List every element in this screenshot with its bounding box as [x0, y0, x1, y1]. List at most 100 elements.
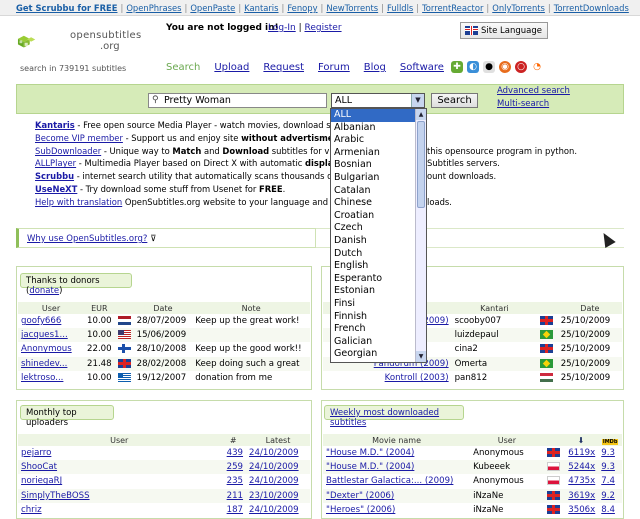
scroll-down-icon[interactable]: ▼ — [416, 351, 426, 362]
latest-date[interactable]: 24/10/2009 — [249, 462, 299, 472]
puzzle-icon[interactable]: ✚ — [451, 61, 463, 73]
upload-count[interactable]: 235 — [227, 476, 243, 486]
language-option[interactable]: Finsi — [331, 298, 426, 311]
language-option[interactable]: Czech — [331, 222, 426, 235]
column-header[interactable]: User — [18, 434, 221, 446]
imdb-rating[interactable]: 9.3 — [601, 448, 615, 458]
download-count[interactable]: 4735x — [568, 476, 595, 486]
language-option[interactable]: Danish — [331, 235, 426, 248]
upload-count[interactable]: 259 — [227, 462, 243, 472]
donor-user[interactable]: shinedev... — [21, 359, 67, 369]
imdb-icon[interactable]: IMDb — [598, 434, 622, 446]
column-header[interactable]: Date — [133, 302, 193, 314]
top-link[interactable]: Kantaris — [244, 3, 278, 13]
feed-icon[interactable]: ◐ — [467, 61, 479, 73]
site-language-button[interactable]: Site Language — [460, 22, 548, 39]
promo-link[interactable]: Become VIP member — [35, 133, 123, 143]
register-link[interactable]: Register — [304, 23, 341, 33]
donor-user[interactable]: lektroso... — [21, 373, 63, 383]
upload-count[interactable]: 187 — [227, 505, 243, 515]
column-header[interactable]: User — [18, 302, 85, 314]
language-option[interactable]: Croatian — [331, 210, 426, 223]
uploader-user[interactable]: pejarro — [21, 448, 51, 458]
nav-forum[interactable]: Forum — [318, 62, 350, 73]
why-use-link[interactable]: Why use OpenSubtitles.org? — [27, 234, 147, 244]
movie-name[interactable]: "House M.D." (2004) — [326, 462, 414, 472]
donor-user[interactable]: Anonymous — [21, 344, 72, 354]
column-header[interactable]: Latest — [246, 434, 310, 446]
language-option[interactable]: Esperanto — [331, 273, 426, 286]
promo-link[interactable]: Kantaris — [35, 120, 75, 130]
top-link[interactable]: OnlyTorrents — [492, 3, 545, 13]
upload-count[interactable]: 439 — [227, 448, 243, 458]
promo-link[interactable]: SubDownloader — [35, 146, 101, 156]
column-header[interactable]: EUR — [84, 302, 115, 314]
language-option[interactable]: Bosnian — [331, 159, 426, 172]
nav-blog[interactable]: Blog — [364, 62, 386, 73]
donor-user[interactable]: goofy666 — [21, 316, 61, 326]
language-dropdown-list[interactable]: ▲ ▼ ALL Albanian Arabic Armenian Bosnian Bulg… — [330, 108, 427, 363]
opera-icon[interactable]: ○ — [515, 61, 527, 73]
firefox-icon[interactable]: ◉ — [499, 61, 511, 73]
why-use-box[interactable]: Why use OpenSubtitles.org? ⊽ — [16, 228, 316, 248]
column-header[interactable]: User — [470, 434, 544, 446]
language-option[interactable]: Georgian — [331, 348, 426, 361]
latest-date[interactable]: 24/10/2009 — [249, 505, 299, 515]
chevron-down-icon[interactable]: ▼ — [411, 94, 424, 107]
download-count[interactable]: 5244x — [568, 462, 595, 472]
language-select[interactable]: ALL ▼ — [331, 93, 425, 108]
nav-request[interactable]: Request — [263, 62, 304, 73]
search-button[interactable]: Search — [431, 93, 478, 108]
imdb-rating[interactable]: 8.4 — [601, 505, 615, 515]
language-option[interactable]: Finnish — [331, 311, 426, 324]
latest-date[interactable]: 23/10/2009 — [249, 491, 299, 501]
nav-upload[interactable]: Upload — [214, 62, 249, 73]
imdb-rating[interactable]: 7.4 — [601, 476, 615, 486]
language-option[interactable]: Estonian — [331, 285, 426, 298]
language-option[interactable]: French — [331, 323, 426, 336]
download-count[interactable]: 3619x — [568, 491, 595, 501]
promo-link[interactable]: ALLPlayer — [35, 158, 76, 168]
download-icon[interactable]: ⬇ — [563, 434, 599, 446]
top-link[interactable]: OpenPhrases — [126, 3, 181, 13]
column-header[interactable]: Kantari — [451, 302, 538, 314]
download-count[interactable]: 6119x — [568, 448, 595, 458]
promo-link[interactable]: Scrubbu — [35, 171, 74, 181]
imdb-rating[interactable]: 9.3 — [601, 462, 615, 472]
dropdown-scrollbar[interactable]: ▲ ▼ — [415, 109, 426, 362]
nav-software[interactable]: Software — [400, 62, 444, 73]
multi-search-link[interactable]: Multi-search — [497, 99, 549, 109]
top-link[interactable]: NewTorrents — [326, 3, 378, 13]
advanced-search-link[interactable]: Advanced search — [497, 86, 570, 96]
addon-icon[interactable]: ● — [483, 61, 495, 73]
chevron-down-icon[interactable]: ⊽ — [150, 234, 156, 244]
latest-date[interactable]: 24/10/2009 — [249, 448, 299, 458]
scrollbar-thumb[interactable] — [417, 121, 425, 208]
top-link[interactable]: Fulldls — [387, 3, 413, 13]
column-header[interactable]: Movie name — [323, 434, 471, 446]
uploader-user[interactable]: SimplyTheBOSS — [21, 491, 90, 501]
promo-link[interactable]: UseNeXT — [35, 184, 77, 194]
column-header[interactable]: # — [220, 434, 247, 446]
language-option[interactable]: Chinese — [331, 197, 426, 210]
nav-search[interactable]: Search — [166, 62, 200, 73]
download-count[interactable]: 3506x — [568, 505, 595, 515]
search-input[interactable]: ⚲ Pretty Woman — [148, 93, 327, 108]
uploader-user[interactable]: ShooCat — [21, 462, 57, 472]
language-option[interactable]: Bulgarian — [331, 172, 426, 185]
top-link[interactable]: TorrentDownloads — [554, 3, 629, 13]
language-option[interactable]: Arabic — [331, 134, 426, 147]
top-link[interactable]: OpenPaste — [190, 3, 235, 13]
imdb-rating[interactable]: 9.2 — [601, 491, 615, 501]
language-option[interactable]: Albanian — [331, 122, 426, 135]
opensubtitles-logo[interactable] — [16, 22, 71, 62]
language-option[interactable]: ALL — [331, 109, 426, 122]
promo-link[interactable]: Help with translation — [35, 197, 122, 207]
column-header[interactable]: Date — [557, 302, 622, 314]
donate-link[interactable]: donate — [29, 286, 59, 296]
donor-user[interactable]: jacques1... — [21, 330, 68, 340]
upload-count[interactable]: 211 — [227, 491, 243, 501]
language-option[interactable]: English — [331, 260, 426, 273]
rss-icon[interactable]: ◔ — [531, 61, 543, 73]
movie-name[interactable]: "House M.D." (2004) — [326, 448, 414, 458]
